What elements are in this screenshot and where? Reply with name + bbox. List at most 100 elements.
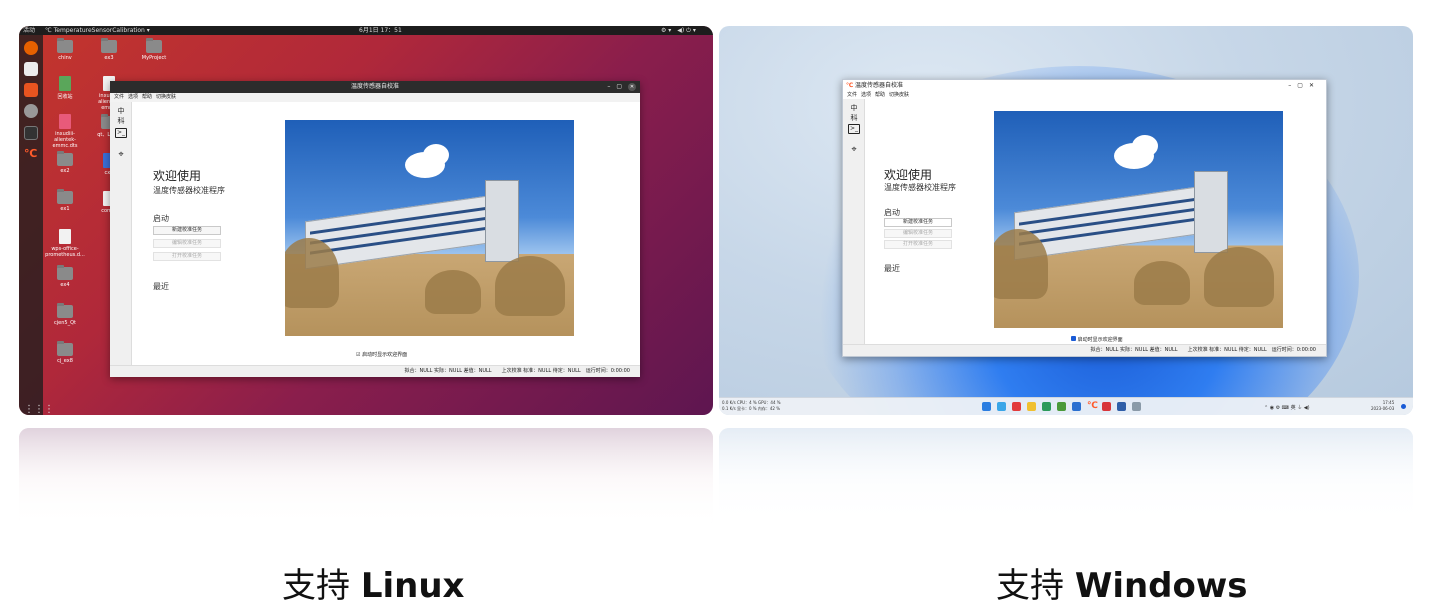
notification-icon[interactable] [1401, 404, 1406, 409]
open-task-button[interactable]: 打开校准任务 [884, 240, 952, 249]
folder-icon [146, 38, 162, 53]
linux-caption: 支持 Linux [282, 558, 464, 607]
edge-icon[interactable] [1042, 402, 1051, 411]
logo-icon: 中科 [850, 104, 858, 122]
start-icon[interactable] [982, 402, 991, 411]
app-window-linux: 温度传感器自校准 – ▢ ✕ 文件 选项 帮助 切换皮肤 中科 >_ ⌖ 欢迎使用 温… [110, 81, 640, 377]
logo-icon: 中科 [117, 107, 125, 125]
menu-options[interactable]: 选项 [128, 94, 138, 100]
terminal-icon[interactable]: >_ [115, 128, 127, 138]
window-title: 温度传感器自校准 [350, 83, 399, 90]
clock[interactable]: 6月1日 17：51 [359, 26, 402, 35]
crosshair-icon[interactable]: ⌖ [848, 145, 860, 155]
settings-icon[interactable] [24, 104, 38, 118]
window-controls[interactable]: –▢✕ [1288, 80, 1320, 91]
linux-screenshot: 活动 ℃ TemperatureSensorCalibration ▾ 6月1日… [19, 26, 713, 415]
vscode-icon[interactable] [1072, 402, 1081, 411]
windows-caption-os: Windows [1074, 566, 1248, 606]
edit-task-button[interactable]: 编辑校准任务 [884, 229, 952, 238]
crosshair-icon[interactable]: ⌖ [115, 150, 127, 160]
edit-task-button[interactable]: 编辑校准任务 [153, 239, 221, 248]
desktop-item[interactable]: chinv [48, 38, 82, 61]
terminal-icon[interactable] [24, 126, 38, 140]
windows-caption-prefix: 支持 [996, 566, 1064, 606]
menu-help[interactable]: 帮助 [142, 94, 152, 100]
new-task-button[interactable]: 新建校准任务 [884, 218, 952, 227]
tree [285, 238, 339, 308]
trash-icon [59, 76, 71, 91]
recent-section-title: 最近 [153, 282, 169, 291]
window-controls[interactable]: – ▢ ✕ [607, 81, 636, 93]
system-tray-icons[interactable]: ⚙ ▾ ◀) ⏻ ▾ [661, 26, 696, 35]
desktop-item[interactable]: wps-office-prometheus.d... [43, 229, 87, 258]
app-icon[interactable] [997, 402, 1006, 411]
thermometer-app-icon[interactable]: ℃ [24, 147, 38, 161]
file-icon [59, 229, 71, 244]
window-titlebar[interactable]: ℃ 温度传感器自校准 –▢✕ [843, 80, 1326, 91]
desktop-item[interactable]: ex3 [92, 38, 126, 61]
new-task-button[interactable]: 新建校准任务 [153, 226, 221, 235]
close-icon[interactable]: ✕ [628, 83, 636, 91]
linux-caption-os: Linux [360, 566, 465, 606]
net-monitor: 0.0 K/s CPU：4 % GPU：44 % 0.1 K/s 显卡：0 % … [722, 400, 781, 412]
desktop-item[interactable]: ex1 [48, 189, 82, 212]
software-icon[interactable] [24, 83, 38, 97]
mode-sidebar: 中科 >_ ⌖ [110, 102, 132, 365]
menu-help[interactable]: 帮助 [875, 92, 885, 98]
welcome-heading: 欢迎使用 [153, 169, 202, 183]
welcome-subtitle: 温度传感器校准程序 [884, 183, 956, 192]
app-icon: ℃ [846, 82, 854, 89]
campus-photo [994, 111, 1283, 328]
start-section-title: 启动 [884, 208, 900, 217]
desktop-item[interactable]: ex2 [48, 151, 82, 174]
show-welcome-checkbox[interactable]: ☑ 启动时显示欢迎界面 [356, 351, 407, 358]
ubuntu-dock: ℃ ⋮⋮⋮ [19, 35, 54, 415]
menu-skin[interactable]: 切换皮肤 [889, 92, 909, 98]
desktop-item[interactable]: cj_ex8 [48, 341, 82, 364]
desktop-item[interactable]: cjen5_Qt [48, 303, 82, 326]
desktop-item[interactable]: ex4 [48, 265, 82, 288]
recent-section-title: 最近 [884, 264, 900, 273]
app-icon[interactable] [1102, 402, 1111, 411]
mode-sidebar: 中科 >_ ⌖ [843, 99, 865, 344]
cloud [423, 144, 449, 166]
firefox-icon[interactable] [24, 41, 38, 55]
music-file-icon [59, 114, 71, 129]
thermometer-app-icon[interactable]: ℃ [1087, 402, 1098, 411]
status-bar: 拟合：NULL 实际：NULL 差值：NULL 上次校准 标准：NULL 待定：… [110, 365, 640, 377]
app-icon[interactable] [1012, 402, 1021, 411]
show-welcome-checkbox[interactable]: 启动时显示欢迎界面 [1071, 336, 1123, 343]
app-grid-icon[interactable]: ⋮⋮⋮ [24, 403, 54, 415]
window-titlebar[interactable]: 温度传感器自校准 – ▢ ✕ [110, 81, 640, 93]
menu-file[interactable]: 文件 [114, 94, 124, 100]
welcome-subtitle: 温度传感器校准程序 [153, 186, 225, 195]
tray-icons[interactable]: ⌃ ◉ ⚙ ⌨ 英 ⏚ ◀) [1264, 404, 1310, 411]
cloud [1132, 135, 1158, 157]
desktop-item[interactable]: MyProject [137, 38, 171, 61]
file-explorer-icon[interactable] [1027, 402, 1036, 411]
settings-icon[interactable] [1132, 402, 1141, 411]
files-icon[interactable] [24, 62, 38, 76]
app-menu[interactable]: ℃ TemperatureSensorCalibration ▾ [45, 26, 150, 35]
desktop-item[interactable]: inxudiii-alientek-emmc.dts [48, 114, 82, 149]
folder-icon [57, 303, 73, 318]
app-icon[interactable] [1057, 402, 1066, 411]
menu-skin[interactable]: 切换皮肤 [156, 94, 176, 100]
tray-clock[interactable]: 17:45 2023-06-03 [1371, 400, 1394, 412]
menu-file[interactable]: 文件 [847, 92, 857, 98]
tree [425, 270, 481, 314]
tree [1204, 247, 1274, 307]
menu-options[interactable]: 选项 [861, 92, 871, 98]
windows-reflection [719, 428, 1413, 528]
app-icon[interactable] [1117, 402, 1126, 411]
desktop-item[interactable]: 回收站 [48, 76, 82, 100]
terminal-icon[interactable]: >_ [848, 124, 860, 134]
tree [994, 229, 1048, 299]
menu-bar: 文件 选项 帮助 切换皮肤 [110, 93, 640, 102]
folder-icon [57, 38, 73, 53]
folder-icon [57, 189, 73, 204]
open-task-button[interactable]: 打开校准任务 [153, 252, 221, 261]
date-text: 2023-06-03 [1371, 406, 1395, 411]
status-bar: 拟合：NULL 实际：NULL 差值：NULL 上次校准 标准：NULL 待定：… [843, 344, 1326, 356]
activities-button[interactable]: 活动 [23, 26, 35, 35]
